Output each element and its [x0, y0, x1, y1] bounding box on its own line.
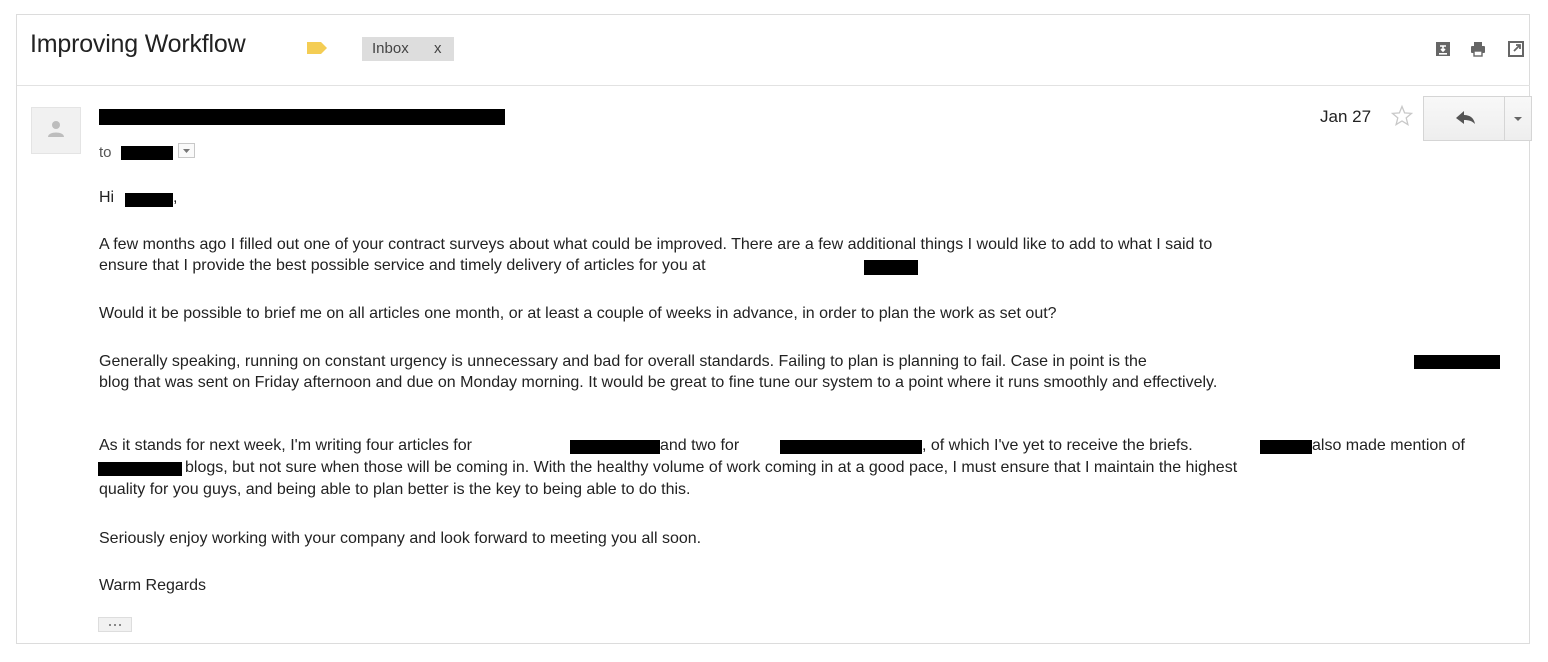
body-paragraph-1-line-2: ensure that I provide the best possible …: [99, 257, 706, 274]
body-paragraph-1-line-1: A few months ago I filled out one of you…: [99, 236, 1213, 253]
greeting-text: Hi: [99, 189, 115, 206]
thread-subject: Improving Workflow: [30, 30, 246, 58]
body-paragraph-3-line-1: Generally speaking, running on constant …: [99, 353, 1147, 370]
reply-button[interactable]: [1423, 96, 1505, 141]
client-redaction-1: [570, 440, 660, 454]
header-divider: [17, 85, 1530, 86]
reply-icon: [1456, 111, 1475, 124]
body-paragraph-4-line-2: blogs, but not sure when those will be c…: [185, 459, 1238, 476]
greeting-line: Hi: [99, 189, 114, 207]
message-date: Jan 27: [1320, 107, 1372, 126]
chevron-down-icon: [1514, 117, 1522, 121]
default-avatar-icon: [48, 121, 64, 137]
remove-label-button[interactable]: x: [434, 37, 442, 61]
greeting-comma: ,: [173, 189, 178, 206]
new-window-icon[interactable]: [1507, 40, 1525, 58]
project-redaction: [1414, 355, 1500, 369]
show-details-button[interactable]: [178, 143, 195, 158]
body-paragraph-5: Seriously enjoy working with your compan…: [99, 530, 702, 547]
body-paragraph-4-line-1a: As it stands for next week, I'm writing …: [99, 437, 472, 454]
recipient-redaction: [121, 146, 173, 160]
sender-redaction: [99, 109, 505, 125]
name-redaction: [125, 193, 173, 207]
print-icon[interactable]: [1469, 40, 1487, 58]
body-paragraph-4-line-1c: , of which I've yet to receive the brief…: [922, 437, 1193, 454]
body-paragraph-2: Would it be possible to brief me on all …: [99, 305, 1057, 322]
sender-avatar[interactable]: [31, 107, 81, 154]
brand-redaction: [98, 462, 182, 476]
body-paragraph-4-line-1d: also made mention of: [1312, 437, 1465, 454]
body-paragraph-4-line-1b: and two for: [660, 437, 740, 454]
important-label-icon[interactable]: [306, 41, 328, 55]
ellipsis-icon: [109, 624, 121, 626]
person-redaction: [1260, 440, 1312, 454]
company-redaction: [864, 260, 918, 275]
inbox-label-text: Inbox: [372, 40, 409, 57]
inbox-label-chip[interactable]: Inbox x: [362, 37, 454, 61]
body-paragraph-4-line-3: quality for you guys, and being able to …: [99, 481, 691, 498]
signoff: Warm Regards: [99, 577, 206, 594]
client-redaction-2: [780, 440, 922, 454]
body-paragraph-3-line-2: blog that was sent on Friday afternoon a…: [99, 374, 1218, 391]
show-trimmed-content-button[interactable]: [98, 617, 132, 632]
more-actions-button[interactable]: [1504, 96, 1532, 141]
print-all-icon[interactable]: [1434, 40, 1452, 58]
chevron-down-icon: [183, 149, 190, 153]
recipient-prefix: to: [99, 144, 112, 161]
star-icon[interactable]: [1390, 104, 1414, 128]
